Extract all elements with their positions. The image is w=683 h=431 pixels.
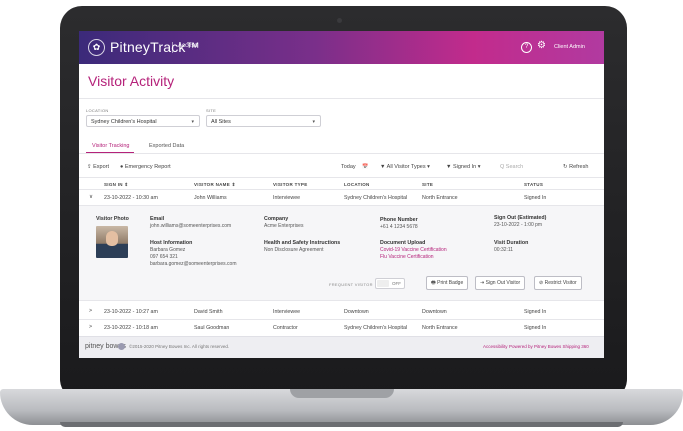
expand-chevron-icon[interactable]: >: [89, 308, 92, 314]
print-badge-button[interactable]: 🖶 Print Badge: [426, 276, 469, 290]
restrict-visitor-button[interactable]: ⊘ Restrict Visitor: [534, 276, 582, 290]
sign-in-time: 23-10-2022 - 10:27 am: [104, 309, 158, 315]
search-input[interactable]: Q Search: [500, 162, 542, 172]
visitor-type: Interviewee: [273, 309, 301, 315]
visitor-status: Signed In: [524, 325, 547, 331]
visitor-location: Downtown: [344, 309, 369, 315]
email-value: john.williams@someenterprises.com: [150, 223, 232, 229]
column-header-visitor-type: VISITOR TYPE: [273, 182, 308, 187]
site-value: All Sites: [211, 119, 231, 125]
collapse-chevron-icon[interactable]: ∨: [89, 194, 93, 200]
copyright-text: ©2015-2020 Pitney Bowes Inc. All rights …: [129, 344, 230, 349]
company-label: Company: [264, 216, 289, 222]
site-select[interactable]: All Sites ▾: [206, 115, 321, 127]
divider: [79, 319, 604, 320]
export-button[interactable]: ⇪ Export: [87, 164, 109, 170]
document-link[interactable]: Covid-19 Vaccine Certification: [380, 247, 447, 254]
refresh-button[interactable]: ↻ Refresh: [563, 164, 588, 170]
location-label: LOCATION: [86, 108, 109, 113]
divider: [79, 153, 604, 154]
sign-out-estimated-label: Sign Out (Estimated): [494, 215, 547, 221]
host-information-label: Host Information: [150, 240, 193, 246]
visitor-type: Contractor: [273, 325, 298, 331]
chevron-down-icon: ▾: [191, 119, 194, 125]
visit-duration-label: Visit Duration: [494, 240, 529, 246]
tab-exported-data[interactable]: Exported Data: [149, 143, 184, 149]
expand-chevron-icon[interactable]: >: [89, 324, 92, 330]
visitor-location: Sydney Children's Hospital: [344, 325, 408, 331]
sign-out-estimated-value: 23-10-2022 - 1:00 pm: [494, 222, 543, 228]
chevron-down-icon: ▾: [312, 119, 315, 125]
user-menu[interactable]: Client Admin: [554, 44, 585, 50]
visitor-photo: [96, 226, 128, 258]
document-upload-label: Document Upload: [380, 240, 426, 246]
visitor-types-filter[interactable]: ▼ All Visitor Types ▾: [380, 164, 430, 170]
column-header-status: STATUS: [524, 182, 544, 187]
email-label: Email: [150, 216, 165, 222]
top-bar: ✿ PitneyTrack™ Access ? ⚙ Client Admin: [79, 31, 604, 64]
toggle-state: OFF: [392, 281, 401, 286]
page-title: Visitor Activity: [88, 73, 175, 89]
powered-by-link[interactable]: Powered by Pitney Bowes Shipping 360: [509, 344, 589, 349]
app-screen: ✿ PitneyTrack™ Access ? ⚙ Client Admin V…: [79, 31, 604, 358]
visitor-name: John Williams: [194, 195, 227, 201]
module-name[interactable]: Access: [178, 43, 197, 49]
health-safety-value: Non Disclosure Agreement: [264, 247, 324, 253]
sign-in-time: 23-10-2022 - 10:30 am: [104, 195, 158, 201]
visitor-name: David Smith: [194, 309, 223, 315]
pitney-bowes-logo-icon: [118, 343, 125, 350]
calendar-icon[interactable]: 📅: [362, 164, 368, 170]
visitor-photo-label: Visitor Photo: [96, 216, 129, 222]
sign-out-visitor-button[interactable]: ⇥ Sign Out Visitor: [475, 276, 526, 290]
column-header-sign-in[interactable]: SIGN IN ⇕: [104, 182, 128, 188]
laptop-notch: [290, 389, 394, 398]
divider: [79, 98, 604, 99]
health-safety-label: Health and Safety Instructions: [264, 240, 341, 246]
document-link[interactable]: Flu Vaccine Certification: [380, 254, 434, 261]
visitor-name: Saul Goodman: [194, 325, 230, 331]
emergency-report-button[interactable]: ● Emergency Report: [120, 164, 171, 170]
phone-value: +61 4 1234 5678: [380, 224, 418, 230]
visitor-location: Sydney Children's Hospital: [344, 195, 408, 201]
host-email: barbara.gomez@someenterprises.com: [150, 261, 237, 267]
column-header-site: SITE: [422, 182, 434, 187]
gear-icon[interactable]: ⚙: [537, 40, 546, 51]
location-value: Sydney Children's Hospital: [91, 119, 157, 125]
visitor-type: Interviewee: [273, 195, 301, 201]
column-header-location: LOCATION: [344, 182, 370, 187]
top-bar-divider: [172, 42, 173, 53]
frequent-visitor-label: FREQUENT VISITOR: [329, 282, 373, 287]
camera-icon: [337, 18, 342, 23]
host-phone: 097 654 321: [150, 254, 178, 260]
column-header-visitor-name[interactable]: VISITOR NAME ⇕: [194, 182, 236, 188]
divider: [79, 177, 604, 178]
frequent-visitor-toggle[interactable]: OFF: [375, 278, 405, 289]
visitor-status: Signed In: [524, 195, 547, 201]
visitor-site: North Entrance: [422, 325, 458, 331]
phone-label: Phone Number: [380, 217, 418, 223]
accessibility-link[interactable]: Accessibility: [483, 344, 508, 349]
divider: [79, 189, 604, 190]
host-name: Barbara Gomez: [150, 247, 186, 253]
sign-in-time: 23-10-2022 - 10:18 am: [104, 325, 158, 331]
company-value: Acme Enterprises: [264, 223, 304, 229]
toggle-knob: [377, 280, 389, 287]
site-label: SITE: [206, 108, 217, 113]
visit-duration-value: 00:32:11: [494, 247, 514, 253]
laptop-foot: [60, 422, 623, 427]
help-icon[interactable]: ?: [521, 42, 532, 53]
visitor-site: Downtown: [422, 309, 447, 315]
today-button[interactable]: Today: [341, 164, 356, 170]
visitor-site: North Entrance: [422, 195, 458, 201]
tab-visitor-tracking[interactable]: Visitor Tracking: [92, 143, 130, 149]
brand-logo-icon[interactable]: ✿: [88, 39, 105, 56]
location-select[interactable]: Sydney Children's Hospital ▾: [86, 115, 200, 127]
status-filter[interactable]: ▼ Signed In ▾: [446, 164, 481, 170]
visitor-status: Signed In: [524, 309, 547, 315]
